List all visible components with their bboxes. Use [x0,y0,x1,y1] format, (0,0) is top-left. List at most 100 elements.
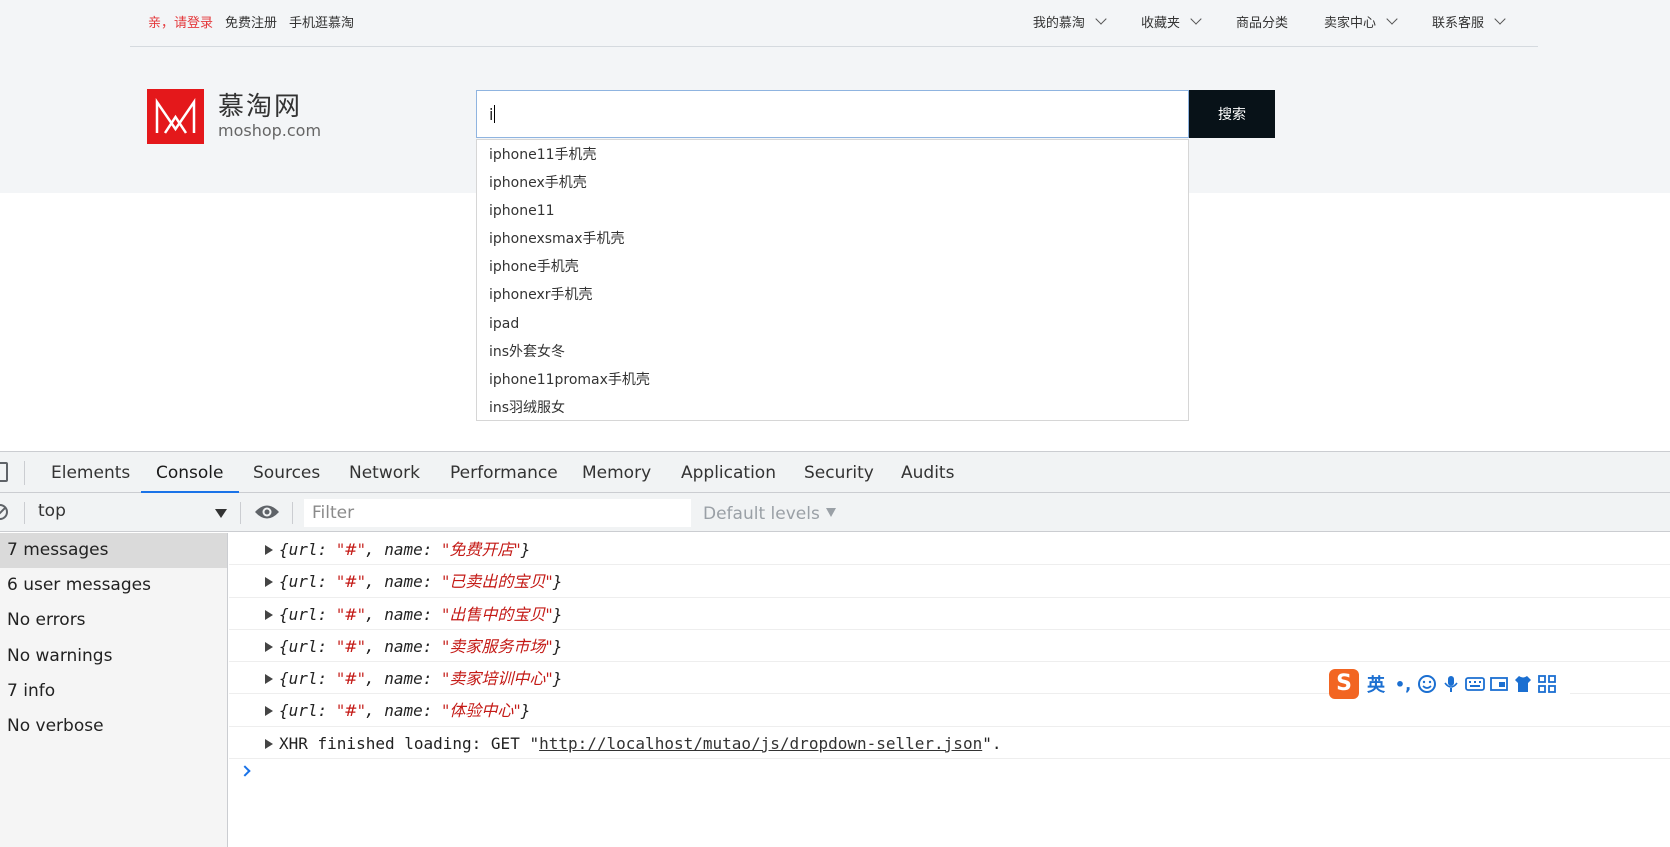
tab-console[interactable]: Console [141,452,239,493]
sidebar-item-user-messages[interactable]: 6 user messages [0,568,227,603]
log-url: # [344,540,358,559]
chevron-down-icon [1095,13,1107,25]
divider [24,502,25,524]
keyboard-icon[interactable] [1465,674,1485,694]
clear-console-icon[interactable] [0,504,8,520]
sidebar-item-warnings[interactable]: No warnings [0,639,227,674]
prompt-chevron-icon [239,765,251,777]
dropdown-arrow-icon [825,508,836,517]
expand-triangle-icon[interactable] [265,609,273,620]
xhr-url-link[interactable]: http://localhost/mutao/js/dropdown-selle… [539,734,982,753]
sidebar-item-errors[interactable]: No errors [0,603,227,638]
expand-triangle-icon[interactable] [265,641,273,652]
my-mutao-menu[interactable]: 我的慕淘 [1033,12,1107,31]
divider [24,461,25,485]
console-toolbar: top Default levels [0,493,1670,532]
log-name: 卖家培训中心 [449,669,546,689]
top-nav-bar: 亲，请登录 免费注册 手机逛慕淘 我的慕淘 收藏夹 商品分类 卖家中心 联系客服 [130,0,1538,47]
divider [292,502,293,524]
log-url: # [344,701,358,721]
console-log-row[interactable]: {url: "#", name: "已卖出的宝贝"} [229,565,1670,598]
logo-title: 慕淘网 [218,92,303,122]
web-page: 亲，请登录 免费注册 手机逛慕淘 我的慕淘 收藏夹 商品分类 卖家中心 联系客服… [0,0,1670,450]
dropdown-arrow-icon [215,509,227,518]
suggestion-item[interactable]: iphonex手机壳 [477,169,1188,197]
customer-service-menu[interactable]: 联系客服 [1432,12,1506,31]
seller-center-label: 卖家中心 [1323,16,1376,31]
expand-triangle-icon[interactable] [265,706,273,717]
tab-memory[interactable]: Memory [582,452,651,493]
log-name: 免费开店 [449,540,514,559]
eye-icon[interactable] [254,503,280,521]
ime-toolbar: S 英 •, [1329,667,1570,701]
console-xhr-row[interactable]: XHR finished loading: GET "http://localh… [229,727,1670,760]
context-selector-value: top [38,501,66,521]
expand-triangle-icon[interactable] [265,545,273,555]
log-levels-dropdown[interactable]: Default levels [703,504,836,524]
suggestion-item[interactable]: ins外套女冬 [477,338,1188,366]
search-suggestions-dropdown: iphone11手机壳 iphonex手机壳 iphone11 iphonexs… [476,139,1189,421]
devtools-panel: Elements Console Sources Network Perform… [0,451,1670,847]
text-caret [494,105,496,123]
search-input-value: i [489,104,494,124]
console-log-row[interactable]: {url: "#", name: "免费开店"} [229,533,1670,566]
chevron-down-icon [1386,13,1398,25]
divider [240,502,241,524]
tab-network[interactable]: Network [349,452,420,493]
search-button[interactable]: 搜索 [1189,90,1275,138]
logo-subtitle: moshop.com [218,121,322,140]
tab-performance[interactable]: Performance [450,452,558,493]
expand-triangle-icon[interactable] [265,738,273,749]
search-input[interactable]: i [476,90,1189,138]
categories-label: 商品分类 [1235,16,1288,31]
suggestion-item[interactable]: iphone手机壳 [477,253,1188,281]
logo-text: 慕淘网 moshop.com [218,94,321,139]
tab-elements[interactable]: Elements [51,452,130,493]
tab-sources[interactable]: Sources [253,452,320,493]
device-toggle-icon[interactable] [0,462,8,482]
skin-shirt-icon[interactable] [1513,674,1533,694]
sidebar-item-info[interactable]: 7 info [0,674,227,709]
suggestion-item[interactable]: iphone11promax手机壳 [477,366,1188,394]
favorites-menu[interactable]: 收藏夹 [1141,12,1202,31]
sidebar-item-messages[interactable]: 7 messages [0,533,227,569]
console-prompt[interactable] [229,759,1670,789]
microphone-icon[interactable] [1441,674,1461,694]
ime-logo-icon[interactable]: S [1329,669,1359,699]
top-nav-left: 亲，请登录 免费注册 手机逛慕淘 [148,12,354,31]
context-selector[interactable]: top [38,501,230,525]
xhr-suffix: ". [982,733,1002,753]
toolbox-icon[interactable] [1489,674,1509,694]
logo-mark-icon [147,89,204,144]
tab-security[interactable]: Security [804,452,874,493]
login-link[interactable]: 亲，请登录 [148,12,213,31]
expand-triangle-icon[interactable] [265,674,273,685]
log-name: 卖家服务市场 [449,636,546,656]
suggestion-item[interactable]: ipad [477,310,1188,338]
chevron-down-icon [1494,13,1506,25]
ime-language-toggle[interactable]: 英 [1367,671,1385,697]
console-log-row[interactable]: {url: "#", name: "卖家服务市场"} [229,630,1670,663]
log-url: # [344,636,358,656]
suggestion-item[interactable]: iphone11手机壳 [477,141,1188,169]
tab-application[interactable]: Application [681,452,776,493]
log-url: # [344,604,358,624]
site-logo[interactable]: 慕淘网 moshop.com [147,89,321,144]
punctuation-icon[interactable]: •, [1393,674,1413,694]
suggestion-item[interactable]: iphonexr手机壳 [477,281,1188,309]
suggestion-item[interactable]: iphone11 [477,197,1188,225]
log-url: # [344,572,358,592]
suggestion-item[interactable]: iphonexsmax手机壳 [477,225,1188,253]
categories-link[interactable]: 商品分类 [1236,12,1288,31]
sidebar-item-verbose[interactable]: No verbose [0,709,227,744]
tab-audits[interactable]: Audits [901,452,954,493]
seller-center-menu[interactable]: 卖家中心 [1323,12,1398,31]
emoji-icon[interactable] [1417,674,1437,694]
mobile-link[interactable]: 手机逛慕淘 [289,12,354,31]
grid-menu-icon[interactable] [1537,674,1557,694]
register-link[interactable]: 免费注册 [225,12,277,31]
suggestion-item[interactable]: ins羽绒服女 [477,394,1188,422]
expand-triangle-icon[interactable] [265,577,273,588]
console-filter-input[interactable] [304,499,691,527]
console-log-row[interactable]: {url: "#", name: "出售中的宝贝"} [229,598,1670,630]
